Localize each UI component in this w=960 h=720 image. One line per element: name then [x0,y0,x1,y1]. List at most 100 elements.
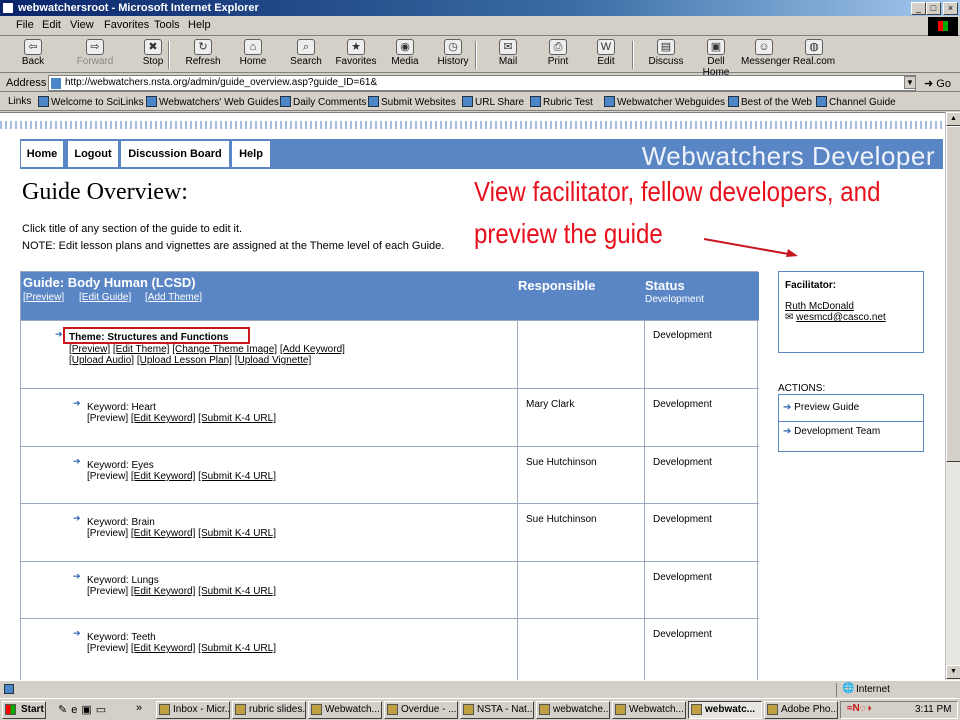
media-button[interactable]: ◉ Media [382,39,428,71]
maximize-button[interactable]: □ [926,2,941,15]
menu-edit[interactable]: Edit [42,19,61,31]
guide-preview-link[interactable]: [Preview] [23,292,64,303]
tray-icons[interactable]: ≈N◌◑ [847,703,872,714]
add-theme-link[interactable]: [Add Theme] [145,292,202,303]
taskbar-item[interactable]: Webwatch... [308,701,382,719]
link-submit-websites[interactable]: Submit Websites [368,96,456,108]
menu-favorites[interactable]: Favorites [104,19,149,31]
scroll-up-button[interactable]: ▲ [946,112,960,126]
nav-tab-logout[interactable]: Logout [67,140,119,168]
upload-audio-link[interactable]: [Upload Audio] [69,355,134,366]
taskbar: Start ✎e▣▭ » ≈N◌◑ 3:11 PM Inbox - Micr..… [0,698,960,720]
preview-guide-action[interactable]: ➔ Preview Guide [783,402,859,413]
link-rubric-test[interactable]: Rubric Test [530,96,593,108]
keyword-title[interactable]: Keyword: Heart [87,402,156,413]
submit-k4-url-link[interactable]: [Submit K-4 URL] [198,643,276,654]
history-button[interactable]: ◷ History [430,39,476,71]
favorites-icon: ★ [347,39,365,55]
edit-keyword-link[interactable]: [Edit Keyword] [131,413,195,424]
link-url-share[interactable]: URL Share [462,96,524,108]
theme-preview-link[interactable]: [Preview] [69,344,110,355]
keyword-title[interactable]: Keyword: Brain [87,517,155,528]
back-button[interactable]: ⇦ Back [10,39,56,71]
mail-button[interactable]: ✉ Mail [485,39,531,71]
taskbar-item[interactable]: rubric slides... [232,701,306,719]
link-webwatchers-web-guides[interactable]: Webwatchers' Web Guides [146,96,279,108]
print-button[interactable]: ⎙ Print [535,39,581,71]
search-button[interactable]: ⌕ Search [283,39,329,71]
taskbar-item[interactable]: webwatche... [536,701,610,719]
keyword-title[interactable]: Keyword: Teeth [87,632,156,643]
link-welcome-to-scilinks[interactable]: Welcome to SciLinks [38,96,144,108]
more-quick-launch[interactable]: » [136,702,142,714]
real-com-button[interactable]: ◍ Real.com [791,39,837,71]
instruction-text: Click title of any section of the guide … [22,223,243,235]
taskbar-item[interactable]: NSTA - Nat... [460,701,534,719]
menu-file[interactable]: File [16,19,34,31]
upload-lesson-plan-link[interactable]: [Upload Lesson Plan] [137,355,232,366]
menu-tools[interactable]: Tools [154,19,180,31]
nav-tab-home[interactable]: Home [20,140,64,168]
address-dropdown-button[interactable]: ▼ [904,76,916,89]
security-zone: Internet [856,684,890,695]
keyword-preview[interactable]: [Preview] [87,471,128,482]
nav-tab-discussion-board[interactable]: Discussion Board [120,140,230,168]
edit-theme-link[interactable]: [Edit Theme] [113,344,170,355]
guide-title[interactable]: Guide: Body Human (LCSD) [23,275,196,290]
edit-guide-link[interactable]: [Edit Guide] [79,292,131,303]
link-channel-guide[interactable]: Channel Guide [816,96,896,108]
nav-tab-help[interactable]: Help [231,140,271,168]
development-team-action[interactable]: ➔ Development Team [783,426,880,437]
keyword-preview[interactable]: [Preview] [87,528,128,539]
taskbar-item[interactable]: Adobe Pho... [764,701,838,719]
taskbar-item[interactable]: webwatc... [688,701,762,719]
taskbar-item[interactable]: Inbox - Micr... [156,701,230,719]
edit-keyword-link[interactable]: [Edit Keyword] [131,528,195,539]
taskbar-item[interactable]: Overdue - ... [384,701,458,719]
submit-k4-url-link[interactable]: [Submit K-4 URL] [198,413,276,424]
facilitator-name[interactable]: Ruth McDonald [785,301,854,312]
vertical-scrollbar[interactable]: ▲ ▼ [945,112,960,680]
scroll-thumb[interactable] [946,126,960,462]
forward-button[interactable]: ⇨ Forward [72,39,118,71]
upload-vignette-link[interactable]: [Upload Vignette] [235,355,312,366]
submit-k4-url-link[interactable]: [Submit K-4 URL] [198,528,276,539]
link-best-of-the-web[interactable]: Best of the Web [728,96,812,108]
keyword-preview[interactable]: [Preview] [87,643,128,654]
go-button[interactable]: ➜ Go [924,77,951,90]
link-daily-comments[interactable]: Daily Comments [280,96,366,108]
keyword-title[interactable]: Keyword: Eyes [87,460,154,471]
menu-view[interactable]: View [70,19,94,31]
add-keyword-link[interactable]: [Add Keyword] [280,344,345,355]
keyword-title[interactable]: Keyword: Lungs [87,575,159,586]
minimize-button[interactable]: _ [911,2,926,15]
edit-keyword-link[interactable]: [Edit Keyword] [131,586,195,597]
submit-k4-url-link[interactable]: [Submit K-4 URL] [198,471,276,482]
messenger-button[interactable]: ☺ Messenger [741,39,790,71]
edit-keyword-link[interactable]: [Edit Keyword] [131,471,195,482]
menu-help[interactable]: Help [188,19,211,31]
keyword-preview[interactable]: [Preview] [87,586,128,597]
submit-k4-url-link[interactable]: [Submit K-4 URL] [198,586,276,597]
facilitator-email[interactable]: wesmcd@casco.net [796,312,886,323]
address-input[interactable]: http://webwatchers.nsta.org/admin/guide_… [48,75,916,91]
edit-keyword-link[interactable]: [Edit Keyword] [131,643,195,654]
system-tray: ≈N◌◑ 3:11 PM [840,701,958,719]
home-button[interactable]: ⌂ Home [230,39,276,71]
dell-home-button[interactable]: ▣ Dell Home [693,39,739,78]
refresh-button[interactable]: ↻ Refresh [180,39,226,71]
keyword-preview[interactable]: [Preview] [87,413,128,424]
change-theme-image-link[interactable]: [Change Theme Image] [172,344,277,355]
app-icon [159,704,170,715]
close-button[interactable]: × [943,2,958,15]
discuss-button[interactable]: ▤ Discuss [643,39,689,71]
taskbar-item[interactable]: Webwatch... [612,701,686,719]
favorites-button[interactable]: ★ Favorites [333,39,379,71]
keyword-row: ➔ Keyword: Brain [Preview] [Edit Keyword] … [21,503,759,561]
quick-launch-icons[interactable]: ✎e▣▭ [58,703,110,716]
edit-button[interactable]: W Edit [583,39,629,71]
link-webwatcher-webguides[interactable]: Webwatcher Webguides [604,96,725,108]
scroll-down-button[interactable]: ▼ [946,665,960,679]
start-button[interactable]: Start [2,701,46,719]
facilitator-label: Facilitator: [785,280,837,291]
